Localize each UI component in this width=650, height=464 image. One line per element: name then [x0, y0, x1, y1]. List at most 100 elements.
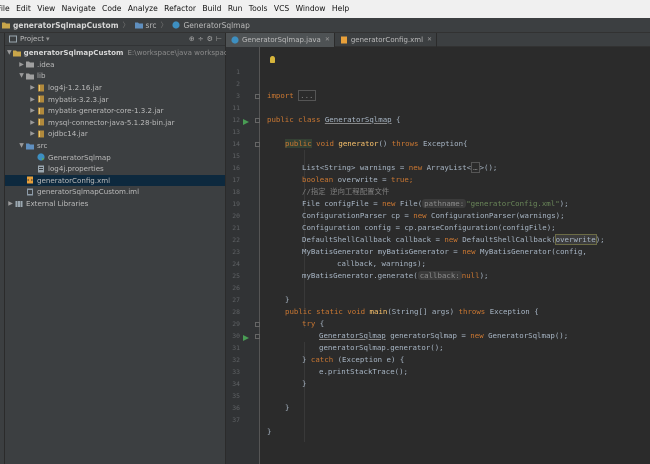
tree-item-lib[interactable]: ▼ lib — [5, 70, 225, 82]
chevron-down-icon[interactable]: ▾ — [46, 35, 50, 43]
sync-icon[interactable]: ⊕ — [189, 35, 195, 43]
collapse-arrow-icon[interactable]: ▶ — [29, 130, 36, 137]
breadcrumb-class[interactable]: GeneratorSqlmap — [171, 21, 250, 30]
tree-item-iml[interactable]: generatorSqlmapCustom.iml — [5, 186, 225, 198]
folder-icon — [26, 61, 34, 68]
class-icon — [172, 21, 181, 29]
code-token: Exception{ — [422, 139, 468, 148]
code-token: } — [302, 355, 311, 364]
code-line-19: File configFile = new File(pathname: "gen… — [302, 198, 569, 210]
code-line-27: } — [285, 294, 289, 306]
editor-gutter[interactable]: 1 2 3 11 12 13 14 15 16 17 18 19 20 21 2… — [226, 47, 260, 464]
hide-icon[interactable]: ⊢ — [216, 35, 222, 43]
menu-build[interactable]: Build — [199, 0, 224, 18]
tree-item-xml[interactable]: generatorConfig.xml — [5, 174, 225, 187]
fold-icon[interactable] — [255, 118, 260, 123]
tree-item-label: ojdbc14.jar — [48, 129, 88, 139]
menu-tools[interactable]: Tools — [246, 0, 271, 18]
menu-refactor[interactable]: Refactor — [161, 0, 199, 18]
line-number: 34 — [232, 380, 240, 388]
tree-item-label: External Libraries — [26, 199, 89, 209]
collapse-icon[interactable]: ÷ — [198, 35, 204, 43]
fold-icon[interactable] — [255, 334, 260, 339]
code-token: import — [267, 91, 294, 100]
tree-item-jar[interactable]: ▶ mybatis-generator-core-1.3.2.jar — [5, 105, 225, 117]
menu-analyze[interactable]: Analyze — [125, 0, 161, 18]
code-token: Exception { — [485, 307, 539, 316]
breadcrumb-separator: 〉 — [122, 21, 130, 29]
module-file-icon — [27, 188, 33, 196]
code-token: main — [365, 307, 388, 316]
menu-code[interactable]: Code — [99, 0, 125, 18]
fold-icon[interactable] — [255, 94, 260, 99]
code-token: new — [470, 331, 484, 340]
expand-arrow-icon[interactable]: ▼ — [7, 49, 12, 56]
close-icon[interactable]: ✕ — [325, 36, 330, 43]
jar-icon — [38, 95, 44, 103]
code-comment: //指定 逆向工程配置文件 — [302, 187, 390, 196]
menu-view[interactable]: View — [34, 0, 58, 18]
menu-help[interactable]: Help — [329, 0, 353, 18]
folded-imports[interactable]: ... — [298, 90, 316, 101]
collapse-arrow-icon[interactable]: ▶ — [18, 61, 25, 68]
run-gutter-icon[interactable] — [243, 335, 249, 341]
code-token: (String[] args) — [387, 307, 459, 316]
collapse-arrow-icon[interactable]: ▶ — [29, 119, 36, 126]
menu-edit[interactable]: Edit — [13, 0, 34, 18]
tab-generatorconfig-xml[interactable]: generatorConfig.xml ✕ — [335, 32, 438, 47]
code-token: generator — [338, 139, 379, 148]
expand-arrow-icon[interactable]: ▼ — [18, 142, 25, 149]
line-number: 24 — [232, 260, 240, 268]
menu-navigate[interactable]: Navigate — [58, 0, 98, 18]
tree-item-class[interactable]: GeneratorSqlmap — [5, 151, 225, 163]
code-token: overwrite — [554, 234, 597, 245]
menu-file[interactable]: File — [0, 0, 13, 18]
project-panel-title[interactable]: Project — [20, 35, 44, 43]
code-line-16: List<String> warnings = new ArrayList<… >… — [302, 162, 497, 174]
code-string: "generatorConfig.xml" — [466, 199, 560, 208]
menu-window[interactable]: Window — [292, 0, 328, 18]
code-token: overwrite = — [333, 175, 392, 184]
jar-icon — [38, 118, 44, 126]
tree-item-external-libraries[interactable]: ▶ External Libraries — [5, 198, 225, 210]
code-token: DefaultShellCallback callback = — [302, 235, 445, 244]
line-number: 21 — [232, 224, 240, 232]
gear-icon[interactable]: ⚙ — [207, 35, 213, 43]
line-number: 1 — [236, 68, 240, 76]
tree-item-jar[interactable]: ▶ log4j-1.2.16.jar — [5, 82, 225, 94]
code-token: null — [461, 271, 480, 280]
collapse-arrow-icon[interactable]: ▶ — [29, 107, 36, 114]
code-editor[interactable]: import ... public class GeneratorSqlmap … — [261, 47, 650, 464]
menu-vcs[interactable]: VCS — [271, 0, 293, 18]
fold-icon[interactable] — [255, 142, 260, 147]
menu-bar: File Edit View Navigate Code Analyze Ref… — [0, 0, 650, 18]
collapse-arrow-icon[interactable]: ▶ — [29, 96, 36, 103]
tree-item-properties[interactable]: log4j.properties — [5, 163, 225, 175]
line-number: 3 — [236, 92, 240, 100]
code-line-3: import ... — [267, 90, 316, 102]
line-number: 29 — [232, 320, 240, 328]
breadcrumb-src[interactable]: src — [134, 21, 156, 30]
editor-tabs: GeneratorSqlmap.java ✕ generatorConfig.x… — [226, 32, 650, 47]
close-icon[interactable]: ✕ — [427, 36, 432, 43]
breadcrumb-project[interactable]: generatorSqlmapCustom — [1, 21, 119, 30]
code-line-25: myBatisGenerator.generate(callback: null)… — [302, 270, 488, 282]
project-tree: ▼ generatorSqlmapCustom E:\workspace\jav… — [5, 46, 249, 210]
tree-item-root[interactable]: ▼ generatorSqlmapCustom E:\workspace\jav… — [5, 47, 249, 59]
line-number: 12 — [232, 116, 240, 124]
line-number: 30 — [232, 332, 240, 340]
tab-generatorsqlmap-java[interactable]: GeneratorSqlmap.java ✕ — [226, 32, 335, 47]
jar-icon — [38, 130, 44, 138]
tree-item-jar[interactable]: ▶ mysql-connector-java-5.1.28-bin.jar — [5, 117, 225, 129]
folded-generic[interactable]: … — [471, 162, 480, 173]
fold-icon[interactable] — [255, 322, 260, 327]
tree-item-src[interactable]: ▼ src — [5, 140, 225, 152]
tree-item-jar[interactable]: ▶ mybatis-3.2.3.jar — [5, 93, 225, 105]
menu-run[interactable]: Run — [225, 0, 246, 18]
tree-item-jar[interactable]: ▶ ojdbc14.jar — [5, 128, 225, 140]
collapse-arrow-icon[interactable]: ▶ — [29, 84, 36, 91]
collapse-arrow-icon[interactable]: ▶ — [7, 200, 14, 207]
expand-arrow-icon[interactable]: ▼ — [18, 72, 25, 79]
run-gutter-icon[interactable] — [243, 119, 249, 125]
tree-item-idea[interactable]: ▶ .idea — [5, 59, 225, 71]
